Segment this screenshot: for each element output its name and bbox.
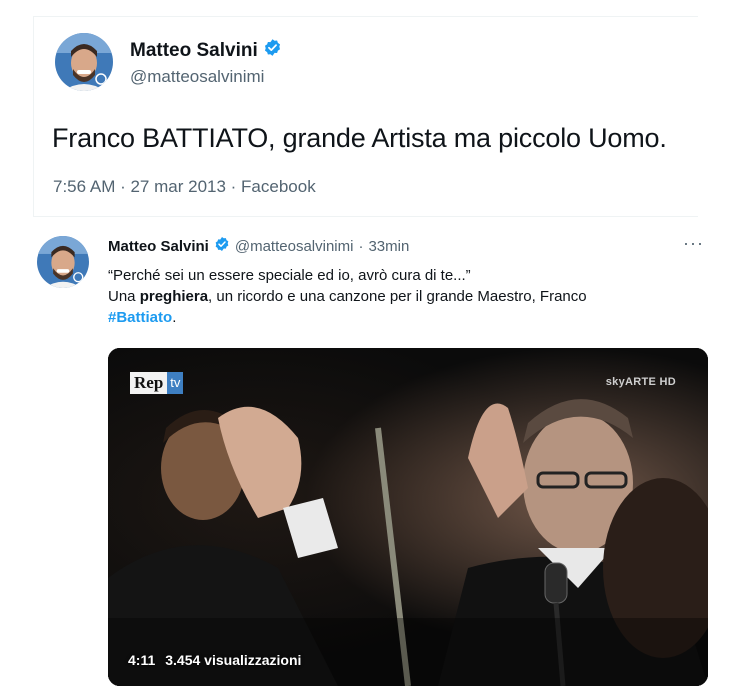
tweet-line-body: Una preghiera, un ricordo e una canzone … — [108, 288, 587, 305]
author-name[interactable]: Matteo Salvini — [108, 238, 209, 255]
separator-dot: · — [358, 237, 364, 255]
video-frame — [108, 348, 708, 686]
bold-word: preghiera — [139, 288, 209, 305]
tweet-line-quote: “Perché sei un essere speciale ed io, av… — [108, 267, 471, 284]
tweet-line-hashtag: #Battiato. — [108, 309, 177, 326]
verified-badge-icon — [214, 236, 230, 256]
video-player[interactable]: Rep tv skyARTE HD 4:11 3.454 visualizzaz… — [108, 348, 708, 686]
tweet1-left-border — [33, 16, 34, 216]
tweet-header: Matteo Salvini @matteosalvinimi · 33min — [108, 236, 409, 256]
more-options-icon[interactable]: ··· — [683, 233, 704, 254]
author-handle[interactable]: @matteosalvinimi — [130, 67, 264, 87]
tweet-timestamp[interactable]: 7:56 AM · 27 mar 2013 · Facebook — [53, 177, 316, 197]
hashtag-link[interactable]: #Battiato — [108, 309, 172, 326]
author-name[interactable]: Matteo Salvini — [130, 38, 282, 63]
channel-logo: skyARTE HD — [605, 376, 676, 388]
video-views: 3.454 visualizzazioni — [165, 652, 302, 668]
tweet-time[interactable]: 33min — [368, 238, 409, 255]
reptv-logo: Rep tv — [130, 372, 184, 394]
tweet-divider — [33, 216, 698, 217]
top-divider — [33, 16, 698, 17]
author-handle[interactable]: @matteosalvinimi — [235, 238, 354, 255]
avatar[interactable] — [37, 236, 89, 288]
verified-badge-icon — [263, 38, 282, 63]
tweet-text: “Perché sei un essere speciale ed io, av… — [108, 265, 708, 328]
video-info: 4:11 3.454 visualizzazioni — [128, 652, 301, 668]
avatar[interactable] — [55, 33, 113, 91]
video-duration: 4:11 — [128, 652, 156, 668]
tweet-text: Franco BATTIATO, grande Artista ma picco… — [52, 123, 667, 153]
